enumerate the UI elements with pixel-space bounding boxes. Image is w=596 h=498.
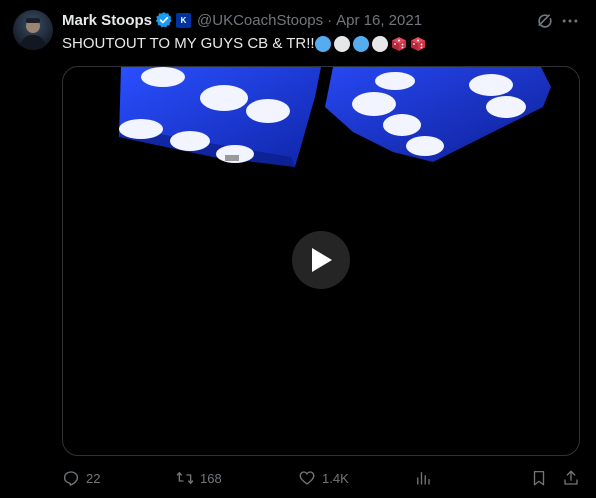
post-text-row: SHOUTOUT TO MY GUYS CB & TR!! bbox=[62, 35, 426, 52]
reply-count: 22 bbox=[86, 470, 101, 486]
play-icon bbox=[312, 248, 332, 272]
author-handle[interactable]: @UKCoachStoops bbox=[197, 12, 323, 29]
action-bar: 22 168 1.4K bbox=[62, 466, 582, 490]
tweet: Mark Stoops K @UKCoachStoops · Apr 16, 2… bbox=[0, 0, 596, 498]
grok-icon[interactable] bbox=[535, 11, 555, 31]
post-date[interactable]: Apr 16, 2021 bbox=[336, 12, 422, 29]
bookmark-icon bbox=[533, 470, 545, 486]
more-options-icon[interactable] bbox=[560, 11, 580, 31]
views-button[interactable] bbox=[414, 466, 432, 490]
white-circle-emoji-icon bbox=[333, 35, 350, 52]
like-button[interactable]: 1.4K bbox=[298, 466, 349, 490]
affiliation-badge[interactable]: K bbox=[176, 12, 192, 28]
blue-circle-emoji-icon bbox=[352, 35, 369, 52]
reply-icon bbox=[63, 471, 79, 486]
heart-icon bbox=[299, 471, 315, 485]
separator: · bbox=[327, 11, 333, 29]
blue-circle-emoji-icon bbox=[314, 35, 331, 52]
emoji-sequence bbox=[314, 35, 426, 52]
verified-badge-icon bbox=[155, 11, 173, 29]
like-count: 1.4K bbox=[322, 470, 349, 486]
author-name[interactable]: Mark Stoops bbox=[62, 12, 152, 29]
tweet-header: Mark Stoops K @UKCoachStoops · Apr 16, 2… bbox=[62, 9, 536, 31]
avatar[interactable] bbox=[13, 10, 53, 50]
video-player[interactable] bbox=[62, 66, 580, 456]
share-icon bbox=[564, 470, 578, 485]
dice-emoji-icon bbox=[410, 36, 426, 52]
repost-button[interactable]: 168 bbox=[176, 466, 222, 490]
white-circle-emoji-icon bbox=[371, 35, 388, 52]
play-button[interactable] bbox=[292, 231, 350, 289]
dice-emoji-icon bbox=[391, 36, 407, 52]
bookmark-button[interactable] bbox=[530, 466, 548, 490]
share-button[interactable] bbox=[562, 466, 580, 490]
repost-count: 168 bbox=[200, 470, 222, 486]
analytics-icon bbox=[417, 472, 430, 485]
repost-icon bbox=[176, 472, 194, 484]
post-text: SHOUTOUT TO MY GUYS CB & TR!! bbox=[62, 35, 315, 52]
reply-button[interactable]: 22 bbox=[62, 466, 100, 490]
